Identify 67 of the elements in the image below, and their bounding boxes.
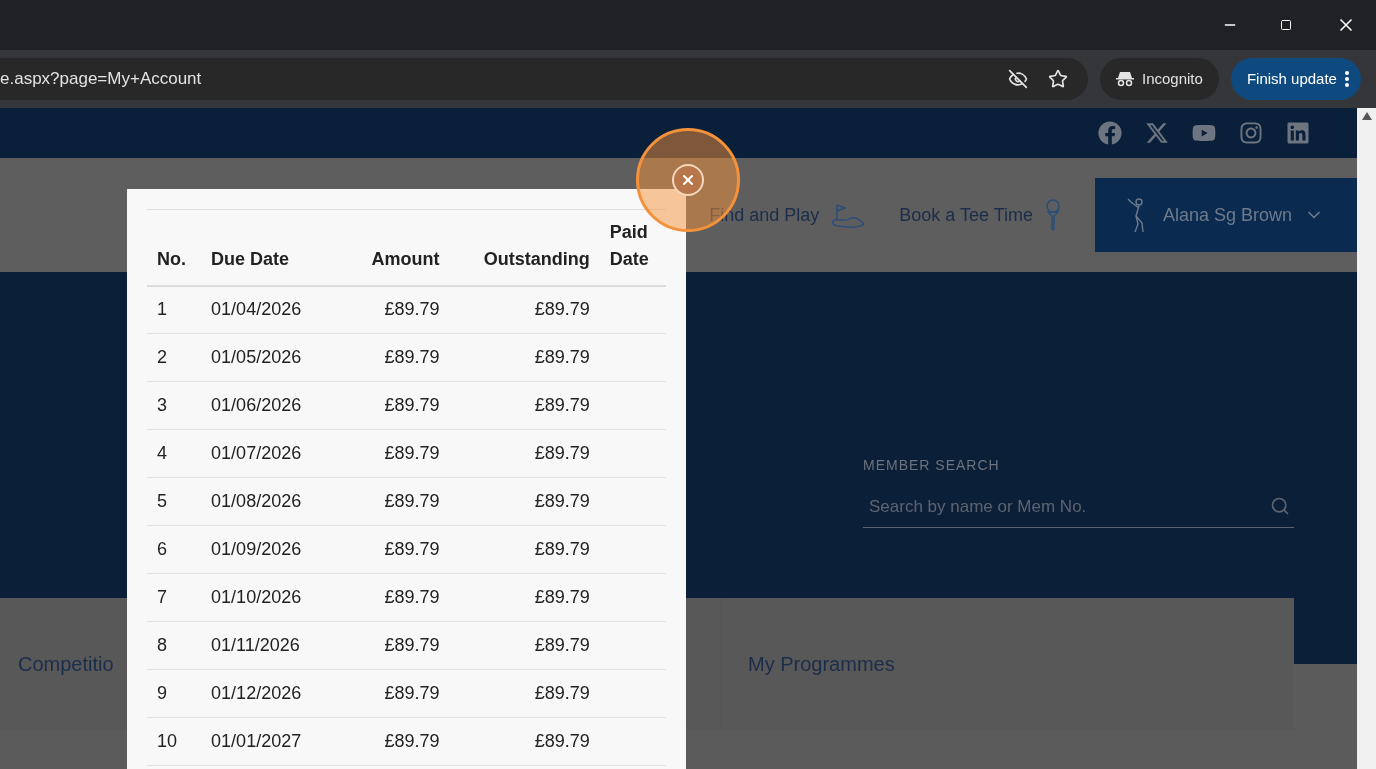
table-cell: 01/10/2026 [201, 573, 340, 622]
column-header: No. [147, 209, 202, 286]
table-cell: £89.79 [339, 333, 450, 382]
x-icon[interactable] [1145, 121, 1169, 145]
table-cell: £89.79 [339, 285, 450, 334]
table-cell: 1 [147, 285, 202, 334]
table-cell: £89.79 [339, 525, 450, 574]
table-cell: £89.79 [339, 429, 450, 478]
golf-flag-icon [831, 201, 866, 229]
member-search-field[interactable]: Search by name or Mem No. [863, 493, 1270, 527]
table-cell: 01/05/2026 [201, 333, 340, 382]
table-cell: 01/06/2026 [201, 381, 340, 430]
eye-off-icon[interactable] [1008, 69, 1028, 89]
table-cell: £89.79 [449, 717, 600, 766]
table-cell: £89.79 [449, 477, 600, 526]
table-cell: £89.79 [449, 621, 600, 670]
table-cell: 9 [147, 669, 202, 718]
table-cell: 01/09/2026 [201, 525, 340, 574]
column-header: Paid Date [599, 209, 666, 286]
url-text: e.aspx?page=My+Account [0, 68, 203, 91]
table-cell: 01/08/2026 [201, 477, 340, 526]
table-cell: 01/11/2026 [201, 621, 340, 670]
table-cell: £89.79 [449, 525, 600, 574]
incognito-icon [1116, 71, 1134, 87]
column-header: Amount [339, 209, 450, 286]
incognito-button[interactable]: Incognito [1100, 58, 1219, 100]
table-cell: 01/07/2026 [201, 429, 340, 478]
table-cell: £89.79 [449, 429, 600, 478]
table-cell: £89.79 [449, 381, 600, 430]
scroll-up-icon [1361, 112, 1372, 120]
instagram-icon[interactable] [1239, 121, 1263, 145]
restore-icon[interactable] [1280, 19, 1292, 31]
table-cell: 6 [147, 525, 202, 574]
table-cell: 2 [147, 333, 202, 382]
user-menu-button[interactable]: Alana Sg Brown [1095, 178, 1357, 252]
linkedin-icon[interactable] [1286, 121, 1310, 145]
table-cell: £89.79 [339, 477, 450, 526]
search-icon[interactable] [1270, 496, 1290, 517]
facebook-icon[interactable] [1098, 121, 1122, 145]
table-cell: £89.79 [449, 333, 600, 382]
table-cell: £89.79 [339, 621, 450, 670]
golf-tee-icon [1045, 199, 1061, 231]
table-cell: £89.79 [449, 285, 600, 334]
address-bar[interactable]: e.aspx?page=My+Account [0, 58, 1088, 100]
table-cell: 3 [147, 381, 202, 430]
nav-link[interactable]: Book a Tee Time [899, 199, 1061, 231]
table-cell: 5 [147, 477, 202, 526]
table-cell: £89.79 [339, 669, 450, 718]
table-cell: £89.79 [339, 381, 450, 430]
table-cell: £89.79 [339, 573, 450, 622]
finish-update-button[interactable]: Finish update [1230, 58, 1361, 100]
table-cell: 01/04/2026 [201, 285, 340, 334]
table-cell: 7 [147, 573, 202, 622]
column-header: Outstanding [449, 209, 600, 286]
table-cell: £89.79 [339, 717, 450, 766]
column-header: Due Date [201, 209, 340, 286]
table-cell: £89.79 [449, 669, 600, 718]
table-cell: 01/12/2026 [201, 669, 340, 718]
table-cell: 4 [147, 429, 202, 478]
member-search-label: MEMBER SEARCH [863, 455, 1001, 475]
table-cell: 01/01/2027 [201, 717, 340, 766]
star-icon[interactable] [1048, 69, 1068, 89]
table-cell: £89.79 [449, 573, 600, 622]
table-cell: 10 [147, 717, 202, 766]
scrollbar[interactable] [1357, 108, 1376, 769]
more-icon [1344, 71, 1349, 87]
table-cell: 8 [147, 621, 202, 670]
